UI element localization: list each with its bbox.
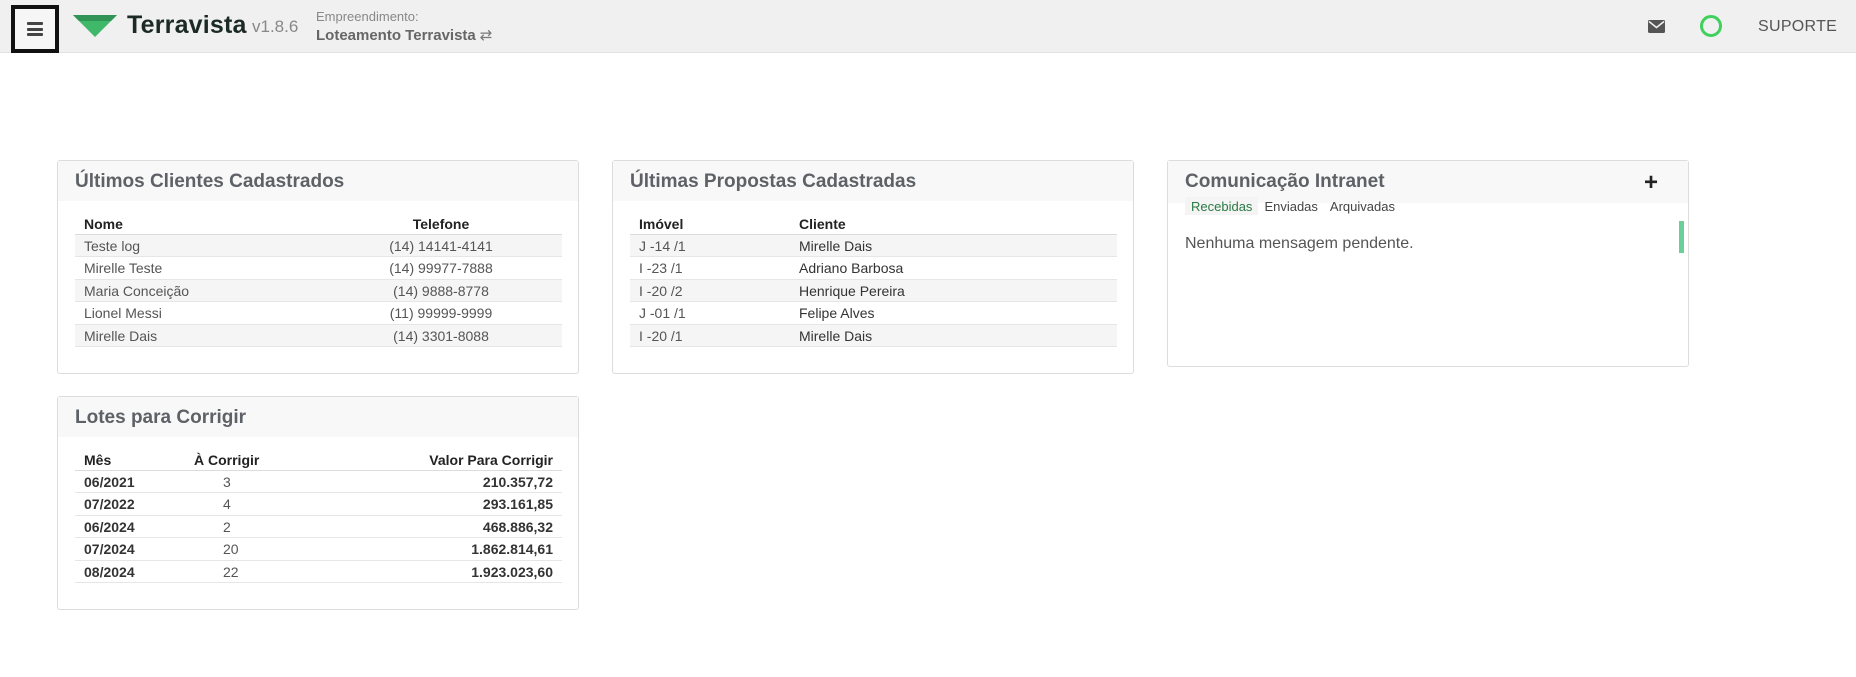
app-version: v1.8.6 (252, 17, 299, 36)
col-header-cliente: Cliente (790, 211, 1117, 235)
empty-message: Nenhuma mensagem pendente. (1185, 235, 1414, 252)
table-row[interactable]: Lionel Messi (11) 99999-9999 (75, 301, 562, 325)
col-header-imovel: Imóvel (630, 211, 790, 235)
tab-arquivadas[interactable]: Arquivadas (1324, 197, 1401, 215)
table-row[interactable]: Teste log (14) 14141-4141 (75, 234, 562, 257)
lote-mes: 07/2024 (75, 537, 185, 561)
menu-toggle-button[interactable] (11, 5, 59, 53)
cliente-nome: Maria Conceição (75, 279, 321, 302)
cliente-telefone: (14) 14141-4141 (320, 234, 562, 257)
proposta-imovel: J -14 /1 (630, 234, 790, 257)
proposta-cliente: Mirelle Dais (790, 324, 1117, 347)
lote-valor: 1.923.023,60 (305, 560, 562, 583)
lotes-card: Lotes para Corrigir Mês À Corrigir Valor… (57, 396, 579, 610)
proposta-cliente: Adriano Barbosa (790, 256, 1117, 280)
proposta-cliente: Felipe Alves (790, 301, 1117, 325)
tab-recebidas[interactable]: Recebidas (1185, 197, 1259, 215)
comunicacao-card: Comunicação Intranet + Recebidas Enviada… (1167, 160, 1689, 367)
col-header-valor: Valor Para Corrigir (305, 447, 562, 471)
col-header-mes: Mês (75, 447, 185, 471)
lotes-table: Mês À Corrigir Valor Para Corrigir 06/20… (75, 447, 562, 583)
online-status-icon[interactable] (1700, 15, 1722, 37)
propostas-card: Últimas Propostas Cadastradas Imóvel Cli… (612, 160, 1134, 374)
table-row[interactable]: 07/2024 20 1.862.814,61 (75, 537, 562, 561)
cliente-nome: Mirelle Dais (75, 324, 321, 347)
propostas-table: Imóvel Cliente J -14 /1 Mirelle Dais I -2… (630, 211, 1117, 347)
lote-mes: 06/2024 (75, 515, 185, 538)
table-row[interactable]: J -01 /1 Felipe Alves (630, 301, 1117, 325)
cliente-telefone: (14) 3301-8088 (320, 324, 562, 347)
cliente-nome: Mirelle Teste (75, 256, 321, 280)
empreendimento-selector[interactable]: Loteamento Terravista ⇄ (316, 26, 492, 44)
lote-quantidade: 20 (185, 537, 305, 561)
clientes-card: Últimos Clientes Cadastrados Nome Telefo… (57, 160, 579, 374)
clientes-table: Nome Telefone Teste log (14) 14141-4141 M… (75, 211, 562, 347)
lote-mes: 08/2024 (75, 560, 185, 583)
empreendimento-name: Loteamento Terravista (316, 27, 476, 44)
lote-quantidade: 2 (185, 515, 305, 538)
lote-valor: 210.357,72 (305, 470, 562, 493)
hamburger-icon (27, 22, 43, 36)
col-header-telefone: Telefone (320, 211, 562, 235)
lote-quantidade: 3 (185, 470, 305, 493)
table-row[interactable]: 07/2022 4 293.161,85 (75, 492, 562, 516)
proposta-imovel: J -01 /1 (630, 301, 790, 325)
brand-name[interactable]: Terravista (127, 11, 247, 40)
support-link[interactable]: SUPORTE (1758, 18, 1837, 36)
message-tabs: Recebidas Enviadas Arquivadas (1168, 197, 1688, 215)
col-header-nome: Nome (75, 211, 321, 235)
lote-quantidade: 4 (185, 492, 305, 516)
table-row[interactable]: I -20 /2 Henrique Pereira (630, 279, 1117, 302)
cliente-nome: Teste log (75, 234, 321, 257)
col-header-a-corrigir: À Corrigir (185, 447, 305, 471)
proposta-cliente: Henrique Pereira (790, 279, 1117, 302)
top-navbar: Terravista v1.8.6 Empreendimento: Loteam… (0, 0, 1856, 53)
lote-valor: 1.862.814,61 (305, 537, 562, 561)
proposta-imovel: I -20 /1 (630, 324, 790, 347)
lote-mes: 06/2021 (75, 470, 185, 493)
table-row[interactable]: Mirelle Teste (14) 99977-7888 (75, 256, 562, 280)
table-row[interactable]: Mirelle Dais (14) 3301-8088 (75, 324, 562, 347)
proposta-imovel: I -20 /2 (630, 279, 790, 302)
lotes-title: Lotes para Corrigir (58, 397, 578, 437)
table-row[interactable]: I -20 /1 Mirelle Dais (630, 324, 1117, 347)
message-list: Nenhuma mensagem pendente. (1168, 221, 1688, 291)
table-row[interactable]: 06/2021 3 210.357,72 (75, 470, 562, 493)
proposta-imovel: I -23 /1 (630, 256, 790, 280)
propostas-title: Últimas Propostas Cadastradas (613, 161, 1133, 201)
add-message-button[interactable]: + (1644, 171, 1658, 195)
table-row[interactable]: 06/2024 2 468.886,32 (75, 515, 562, 538)
lote-quantidade: 22 (185, 560, 305, 583)
cliente-nome: Lionel Messi (75, 301, 321, 325)
clientes-title: Últimos Clientes Cadastrados (58, 161, 578, 201)
cliente-telefone: (14) 9888-8778 (320, 279, 562, 302)
table-row[interactable]: 08/2024 22 1.923.023,60 (75, 560, 562, 583)
table-row[interactable]: Maria Conceição (14) 9888-8778 (75, 279, 562, 302)
empreendimento-label: Empreendimento: (316, 9, 419, 24)
table-row[interactable]: I -23 /1 Adriano Barbosa (630, 256, 1117, 280)
cliente-telefone: (14) 99977-7888 (320, 256, 562, 280)
table-row[interactable]: J -14 /1 Mirelle Dais (630, 234, 1117, 257)
proposta-cliente: Mirelle Dais (790, 234, 1117, 257)
tab-enviadas[interactable]: Enviadas (1258, 197, 1323, 215)
mail-icon[interactable] (1648, 20, 1665, 33)
terravista-logo-icon (73, 15, 117, 37)
scrollbar[interactable] (1679, 221, 1684, 253)
swap-icon: ⇄ (479, 27, 493, 44)
lote-mes: 07/2022 (75, 492, 185, 516)
lote-valor: 293.161,85 (305, 492, 562, 516)
cliente-telefone: (11) 99999-9999 (320, 301, 562, 325)
lote-valor: 468.886,32 (305, 515, 562, 538)
